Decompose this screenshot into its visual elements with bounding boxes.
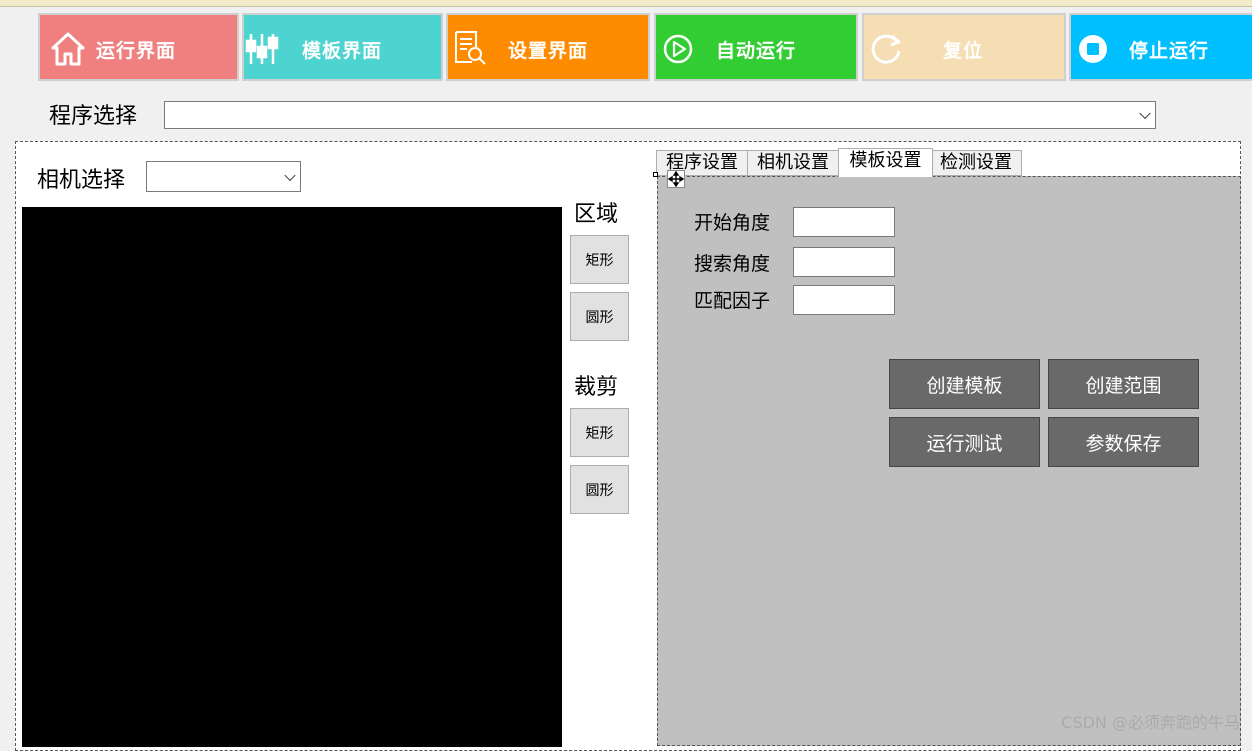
document-search-icon (455, 31, 486, 65)
camera-select[interactable] (146, 161, 301, 192)
stop-run-button[interactable]: 停止运行 (1069, 13, 1252, 81)
tab-camera-settings[interactable]: 相机设置 (747, 150, 839, 176)
match-factor-input[interactable] (793, 285, 895, 315)
auto-run-label: 自动运行 (716, 40, 797, 62)
settings-view-label: 设置界面 (508, 40, 589, 62)
template-view-button[interactable]: 模板界面 (242, 13, 443, 81)
auto-run-button[interactable]: 自动运行 (654, 13, 858, 81)
crop-rect-button[interactable]: 矩形 (570, 408, 629, 457)
match-factor-label: 匹配因子 (694, 290, 771, 312)
save-params-button[interactable]: 参数保存 (1048, 417, 1199, 467)
move-icon[interactable] (667, 170, 685, 188)
reset-icon (871, 34, 901, 64)
run-view-button[interactable]: 运行界面 (38, 13, 239, 81)
settings-view-button[interactable]: 设置界面 (446, 13, 650, 81)
stop-icon (1079, 35, 1107, 63)
crop-circle-button[interactable]: 圆形 (570, 465, 629, 514)
camera-select-label: 相机选择 (37, 168, 126, 193)
program-select-label: 程序选择 (49, 104, 138, 129)
tab-detection-settings[interactable]: 检测设置 (930, 150, 1022, 176)
sliders-icon (245, 34, 279, 64)
play-circle-icon (663, 34, 693, 64)
chevron-down-icon[interactable] (1139, 107, 1151, 120)
tab-template-settings[interactable]: 模板设置 (838, 148, 933, 177)
program-select[interactable] (164, 101, 1156, 129)
run-view-label: 运行界面 (96, 40, 177, 62)
start-angle-input[interactable] (793, 207, 895, 237)
home-icon (51, 32, 85, 66)
camera-image-view[interactable] (22, 207, 562, 747)
create-template-button[interactable]: 创建模板 (889, 359, 1040, 409)
create-range-button[interactable]: 创建范围 (1048, 359, 1199, 409)
selection-handle[interactable] (653, 172, 658, 177)
stop-run-label: 停止运行 (1129, 40, 1210, 62)
crop-label: 裁剪 (574, 375, 619, 400)
reset-button[interactable]: 复位 (862, 13, 1066, 81)
search-angle-label: 搜索角度 (694, 253, 771, 275)
reset-label: 复位 (943, 40, 984, 62)
template-view-label: 模板界面 (302, 40, 383, 62)
chevron-down-icon[interactable] (284, 169, 296, 181)
search-angle-input[interactable] (793, 247, 895, 277)
start-angle-label: 开始角度 (694, 212, 771, 234)
window-top-strip (0, 0, 1252, 7)
region-rect-button[interactable]: 矩形 (570, 235, 629, 284)
run-test-button[interactable]: 运行测试 (889, 417, 1040, 467)
region-circle-button[interactable]: 圆形 (570, 292, 629, 341)
watermark: CSDN @必须奔跑的牛马 (1061, 713, 1240, 732)
region-label: 区域 (574, 202, 619, 227)
